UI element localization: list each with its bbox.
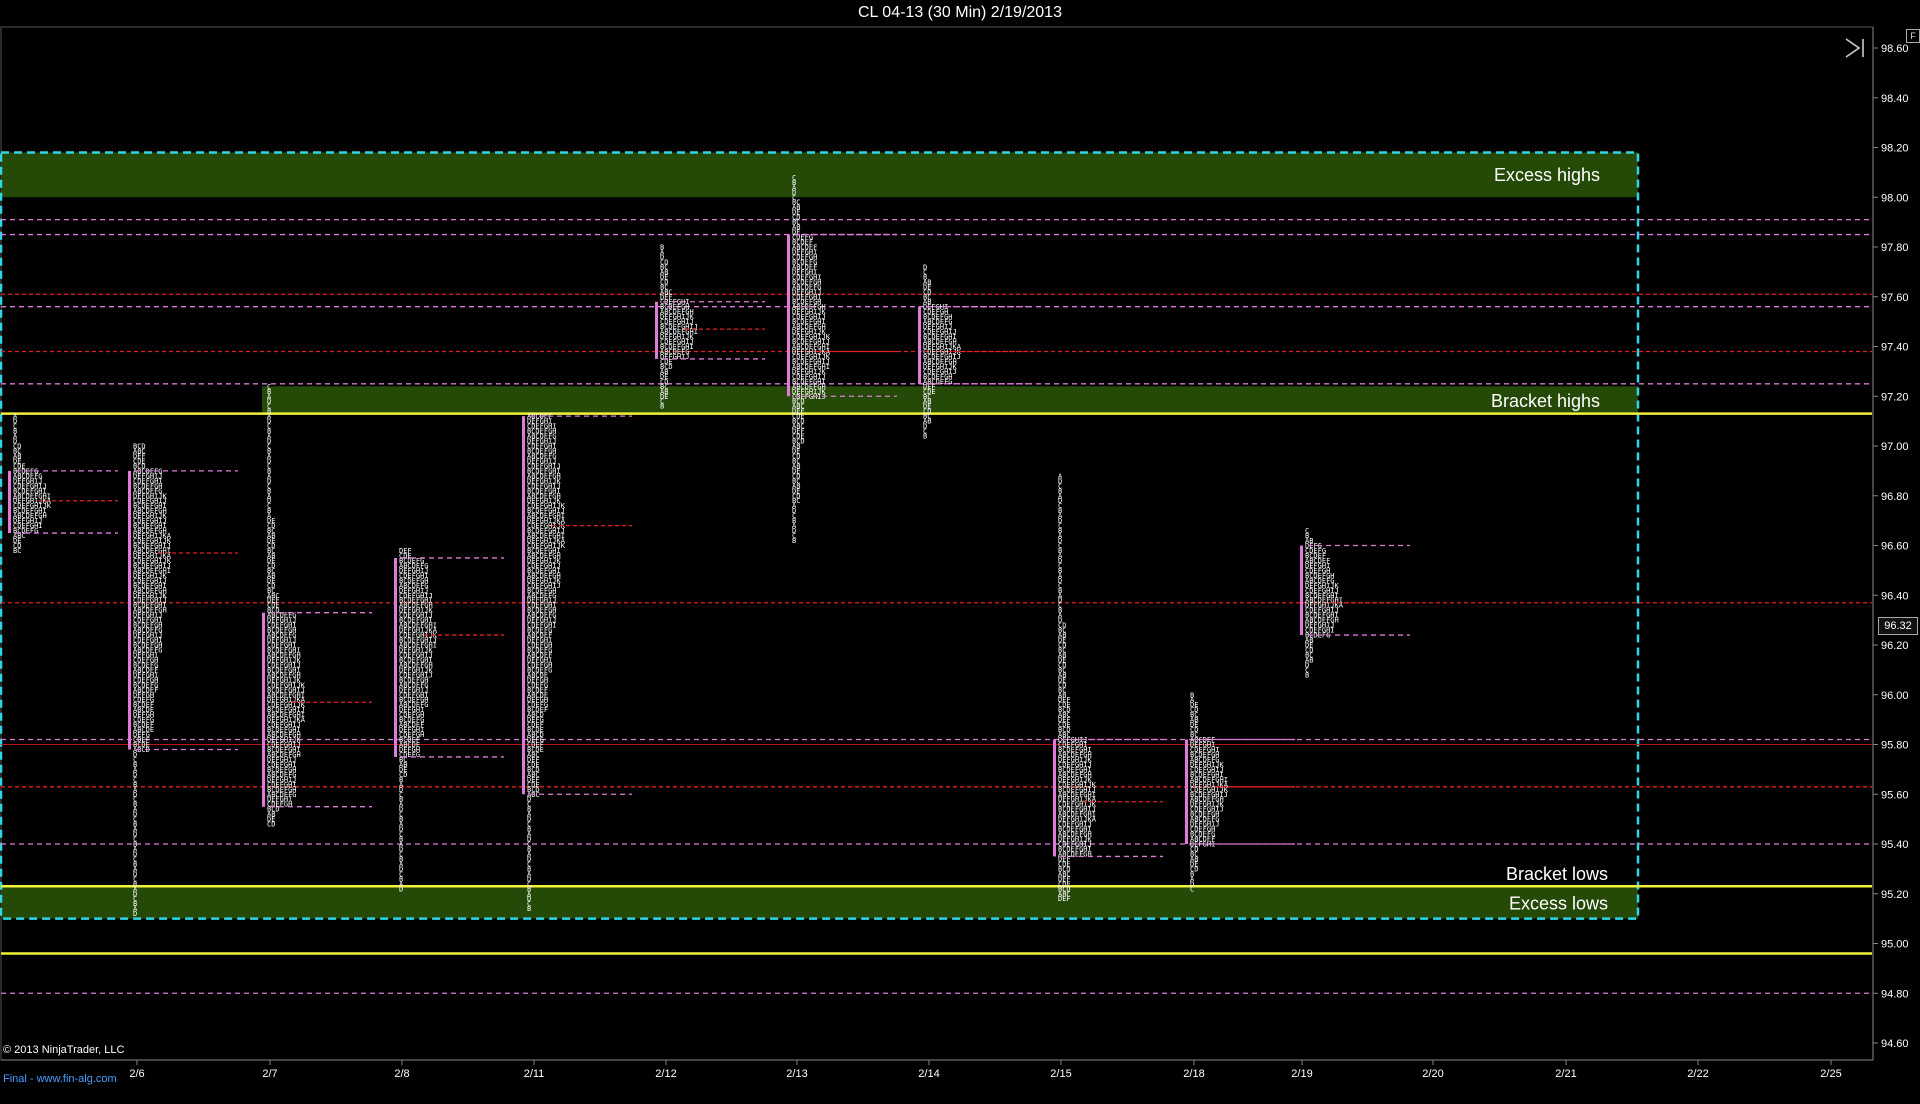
profile-day: BCDABCDEFCDEBCDABCDEFGDEFGHIJCDEFGHIBCDE… — [128, 443, 238, 918]
label-bracket-highs: Bracket highs — [1491, 391, 1600, 411]
price-tick-label: 95.40 — [1881, 839, 1909, 851]
price-tick-label: 96.00 — [1881, 690, 1909, 702]
date-label: 2/8 — [394, 1068, 409, 1080]
date-label: 2/12 — [655, 1068, 676, 1080]
price-tick-label: 97.60 — [1881, 292, 1909, 304]
profile-day: DEFCDEBCDEFGABCDEFGDEFGHIJCDEFGHIBCDEFGH… — [394, 547, 504, 893]
date-label: 2/18 — [1183, 1068, 1204, 1080]
date-label: 2/25 — [1820, 1068, 1841, 1080]
tpo-row: C — [1190, 885, 1194, 893]
f-button[interactable]: F — [1906, 29, 1920, 43]
price-tick-label: 97.80 — [1881, 242, 1909, 254]
price-tick-label: 94.80 — [1881, 988, 1909, 1000]
profile-day: BADCDBCABDECDBCABCDEFCDEFGHIBCDEFGHABCDE… — [655, 244, 765, 411]
date-label: 2/6 — [129, 1068, 144, 1080]
copyright-text: © 2013 NinjaTrader, LLC — [3, 1044, 125, 1056]
tpo-row: B — [660, 403, 664, 411]
price-tick-label: 97.20 — [1881, 391, 1909, 403]
date-label: 2/22 — [1687, 1068, 1708, 1080]
tpo-row: CD — [267, 821, 275, 829]
price-tick-label: 95.00 — [1881, 939, 1909, 951]
value-area-bar — [918, 306, 921, 384]
value-area-bar — [8, 470, 11, 534]
bracket-high-zone — [262, 386, 1638, 414]
price-tick-label: 98.40 — [1881, 93, 1909, 105]
credit-link[interactable]: Final - www.fin-alg.com — [3, 1073, 117, 1085]
price-tick-label: 95.20 — [1881, 889, 1909, 901]
date-label: 2/21 — [1555, 1068, 1576, 1080]
value-area-bar — [128, 470, 131, 750]
profile-day: CBABDEFGCDEFGBCDEFABCDEFDEFGHICDEFGHBCDE… — [1300, 527, 1410, 679]
price-tick-label: 94.60 — [1881, 1038, 1909, 1050]
value-area-bar — [1300, 545, 1303, 636]
tpo-row: D — [133, 910, 137, 918]
skip-to-end-icon[interactable] — [1842, 36, 1868, 60]
current-price-marker: 96.32 — [1878, 617, 1918, 635]
tpo-row: B — [527, 905, 531, 913]
profile-day: CBADCBCABDECDBCABDECDEFGBCDEFABCDEFDEFGH… — [787, 174, 897, 545]
price-tick-label: 96.40 — [1881, 590, 1909, 602]
price-tick-label: 97.00 — [1881, 441, 1909, 453]
profile-day: BADECDBCABDECDBCABCDEFDEFGHICDEFGHIBCDEF… — [1185, 691, 1295, 893]
label-bracket-lows: Bracket lows — [1506, 864, 1608, 884]
date-label: 2/13 — [786, 1068, 807, 1080]
price-tick-label: 98.00 — [1881, 192, 1909, 204]
profile-day: CBADCBADCBADCBADCBADCBADCBADECDBCABDECDB… — [262, 383, 372, 829]
value-area-bar — [655, 301, 658, 359]
date-label: 2/20 — [1422, 1068, 1443, 1080]
value-area-bar — [522, 416, 525, 795]
profile-day: ADCBADCBADCBADCBADCBADCBADCBADCDBCABDECD… — [1053, 472, 1163, 903]
price-tick-label: 98.60 — [1881, 43, 1909, 55]
excess-high-zone — [1, 152, 1638, 198]
price-tick-label: 96.60 — [1881, 541, 1909, 553]
tpo-row: DEF — [1058, 895, 1071, 903]
value-area-bar — [262, 612, 265, 807]
price-tick-label: 97.40 — [1881, 342, 1909, 354]
date-label: 2/15 — [1050, 1068, 1071, 1080]
value-area-bar — [787, 234, 790, 397]
tpo-row: B — [1305, 671, 1309, 679]
profile-day: ABCDEFDEFGHICDEFGHIBCDEFGHABCDEFGDEFGHIJ… — [522, 413, 632, 913]
value-area-bar — [394, 557, 397, 757]
tpo-row: BC — [13, 547, 21, 555]
excess-range-border — [0, 151, 1640, 920]
tpo-row: D — [399, 885, 403, 893]
price-tick-label: 95.60 — [1881, 789, 1909, 801]
tpo-row: B — [923, 433, 927, 441]
tpo-row: B — [792, 537, 796, 545]
date-label: 2/19 — [1291, 1068, 1312, 1080]
date-label: 2/14 — [918, 1068, 939, 1080]
date-label: 2/11 — [524, 1068, 545, 1080]
date-label: 2/7 — [262, 1068, 277, 1080]
price-tick-label: 95.80 — [1881, 740, 1909, 752]
value-area-bar — [1185, 739, 1188, 844]
profile-day: ADCBADCDBCABDECDEBCDEFGABCDEFGDEFGHIJCDE… — [8, 413, 118, 555]
price-tick-label: 98.20 — [1881, 143, 1909, 155]
value-area-bar — [1053, 739, 1056, 857]
market-profile-chart[interactable]: ADCBADCDBCABDECDEBCDEFGABCDEFGDEFGHIJCDE… — [0, 0, 1920, 1104]
price-tick-label: 96.80 — [1881, 491, 1909, 503]
price-tick-label: 96.20 — [1881, 640, 1909, 652]
label-excess-highs: Excess highs — [1494, 165, 1600, 185]
label-excess-lows: Excess lows — [1509, 894, 1608, 914]
excess-low-zone — [1, 886, 1638, 919]
